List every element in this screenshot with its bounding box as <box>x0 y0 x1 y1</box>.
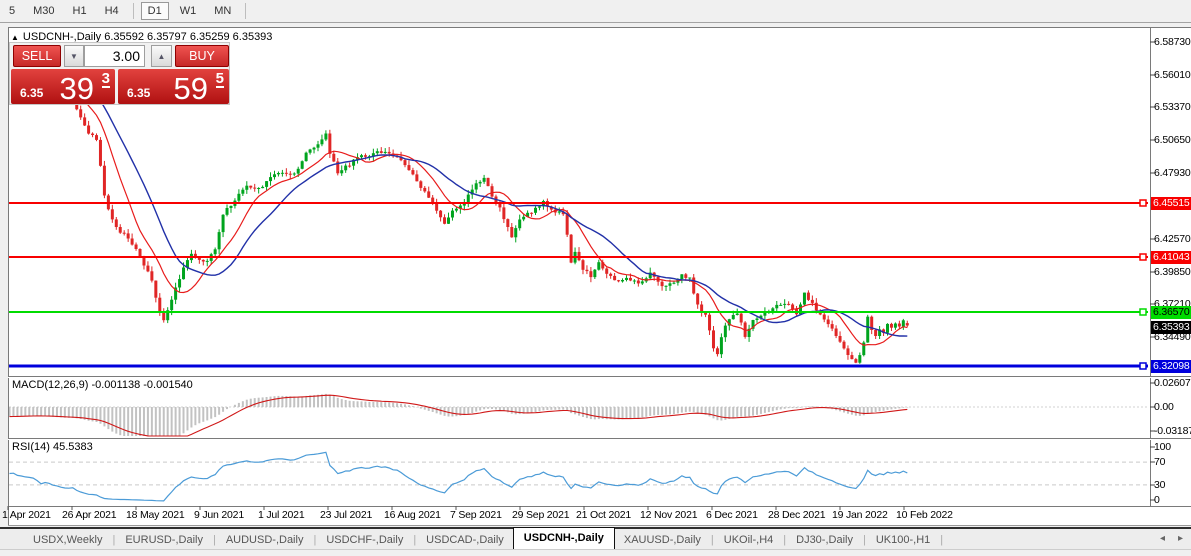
price-axis-label: 6.56010 <box>1154 69 1191 81</box>
tf-button-5[interactable]: 5 <box>2 2 22 20</box>
price-badge-level: 6.45515 <box>1151 197 1191 210</box>
rsi-label: RSI(14) 45.5383 <box>12 441 93 453</box>
macd-histogram <box>10 394 908 436</box>
tab-uk100-h1[interactable]: UK100-,H1 <box>867 531 939 549</box>
tf-button-m30[interactable]: M30 <box>26 2 61 20</box>
tabs-scroll-left-icon[interactable]: ◂ <box>1160 533 1165 544</box>
tab-usdcnh-daily[interactable]: USDCNH-,Daily <box>513 527 615 550</box>
tab-usdcad-daily[interactable]: USDCAD-,Daily <box>417 531 513 549</box>
tab-audusd-daily[interactable]: AUDUSD-,Daily <box>217 531 313 549</box>
price-axis-label: 6.42570 <box>1154 233 1191 245</box>
volume-input[interactable] <box>84 45 145 67</box>
macd-axis-label: 0.02607 <box>1154 377 1191 389</box>
macd-axis-label: -0.03187 <box>1154 425 1191 437</box>
buy-price-big: 59 <box>174 71 208 107</box>
date-axis-label: 7 Sep 2021 <box>450 509 502 521</box>
date-axis-label: 12 Nov 2021 <box>640 509 697 521</box>
sell-price-box[interactable]: 6.35 39 3 <box>11 69 115 104</box>
tab-separator: | <box>783 534 786 546</box>
buy-price-box[interactable]: 6.35 59 5 <box>118 69 229 104</box>
tf-button-w1[interactable]: W1 <box>173 2 204 20</box>
level-line-handle[interactable] <box>1140 254 1146 260</box>
date-axis-label: 21 Oct 2021 <box>576 509 631 521</box>
volume-increase-button[interactable]: ▲ <box>151 45 172 67</box>
sell-button[interactable]: SELL <box>13 45 61 67</box>
tab-usdchf-daily[interactable]: USDCHF-,Daily <box>317 531 412 549</box>
rsi-axis-label: 70 <box>1154 456 1165 468</box>
chart-tab-bar: USDX,Weekly|EURUSD-,Daily|AUDUSD-,Daily|… <box>0 527 1191 551</box>
date-axis-label: 29 Sep 2021 <box>512 509 569 521</box>
tf-button-mn[interactable]: MN <box>207 2 238 20</box>
sell-price-big: 39 <box>60 71 94 107</box>
buy-price-small: 6.35 <box>127 86 150 100</box>
tabs-scroll-right-icon[interactable]: ▸ <box>1178 533 1183 544</box>
date-axis-label: 26 Apr 2021 <box>62 509 116 521</box>
tab-separator: | <box>711 534 714 546</box>
price-axis-label: 6.58730 <box>1154 36 1191 48</box>
status-strip <box>0 549 1191 556</box>
price-axis-label: 6.47930 <box>1154 167 1191 179</box>
toolbar-separator <box>133 3 134 19</box>
collapse-arrow-icon[interactable]: ▲ <box>11 33 19 42</box>
tf-button-h4[interactable]: H4 <box>98 2 126 20</box>
price-badge-current: 6.35393 <box>1151 321 1191 334</box>
tab-separator: | <box>413 534 416 546</box>
sell-price-small: 6.35 <box>20 86 43 100</box>
tab-separator: | <box>313 534 316 546</box>
mt4-terminal: 5M30H1H4D1W1MN ▲USDCNH-,Daily 6.35592 6.… <box>0 0 1191 556</box>
price-badge-level: 6.41043 <box>1151 251 1191 264</box>
date-axis-label: 18 May 2021 <box>126 509 185 521</box>
price-badge-level: 6.36570 <box>1151 306 1191 319</box>
date-axis-label: 9 Jun 2021 <box>194 509 244 521</box>
price-axis-label: 6.53370 <box>1154 101 1191 113</box>
date-axis-label: 10 Feb 2022 <box>896 509 953 521</box>
tf-button-h1[interactable]: H1 <box>66 2 94 20</box>
date-axis-label: 6 Dec 2021 <box>706 509 758 521</box>
sell-price-sup: 3 <box>102 71 110 88</box>
date-axis-label: 28 Dec 2021 <box>768 509 825 521</box>
tab-separator: | <box>940 534 943 546</box>
price-axis-label: 6.50650 <box>1154 134 1191 146</box>
rsi-axis-label: 30 <box>1154 479 1165 491</box>
level-line-handle[interactable] <box>1140 309 1146 315</box>
rsi-axis-label: 100 <box>1154 441 1171 453</box>
rsi-axis-label: 0 <box>1154 494 1160 506</box>
level-line-handle[interactable] <box>1140 200 1146 206</box>
tab-xauusd-daily[interactable]: XAUUSD-,Daily <box>615 531 710 549</box>
tf-button-d1[interactable]: D1 <box>141 2 169 20</box>
price-axis-label: 6.39850 <box>1154 266 1191 278</box>
buy-button[interactable]: BUY <box>175 45 229 67</box>
price-badge-level: 6.32098 <box>1151 360 1191 373</box>
tab-separator: | <box>213 534 216 546</box>
tab-dj30-daily[interactable]: DJ30-,Daily <box>787 531 862 549</box>
tab-usdx-weekly[interactable]: USDX,Weekly <box>24 531 111 549</box>
tab-eurusd-daily[interactable]: EURUSD-,Daily <box>116 531 212 549</box>
macd-axis-label: 0.00 <box>1154 401 1174 413</box>
tab-separator: | <box>112 534 115 546</box>
timeframe-toolbar: 5M30 H1H4 D1W1MN <box>0 0 1191 23</box>
toolbar-separator <box>245 3 246 19</box>
one-click-trade-panel: SELL ▼ ▲ BUY 6.35 39 3 6.35 59 5 <box>9 42 230 105</box>
buy-price-sup: 5 <box>216 71 224 88</box>
date-axis-label: 19 Jan 2022 <box>832 509 888 521</box>
level-line-handle[interactable] <box>1140 363 1146 369</box>
volume-decrease-button[interactable]: ▼ <box>64 45 84 67</box>
date-axis-label: 23 Jul 2021 <box>320 509 372 521</box>
date-axis-label: 16 Aug 2021 <box>384 509 441 521</box>
tab-separator: | <box>863 534 866 546</box>
tab-ukoil-h4[interactable]: UKOil-,H4 <box>715 531 783 549</box>
date-axis-label: 1 Apr 2021 <box>2 509 51 521</box>
macd-label: MACD(12,26,9) -0.001138 -0.001540 <box>12 379 193 391</box>
rsi-line <box>10 452 908 501</box>
date-axis-label: 1 Jul 2021 <box>258 509 304 521</box>
